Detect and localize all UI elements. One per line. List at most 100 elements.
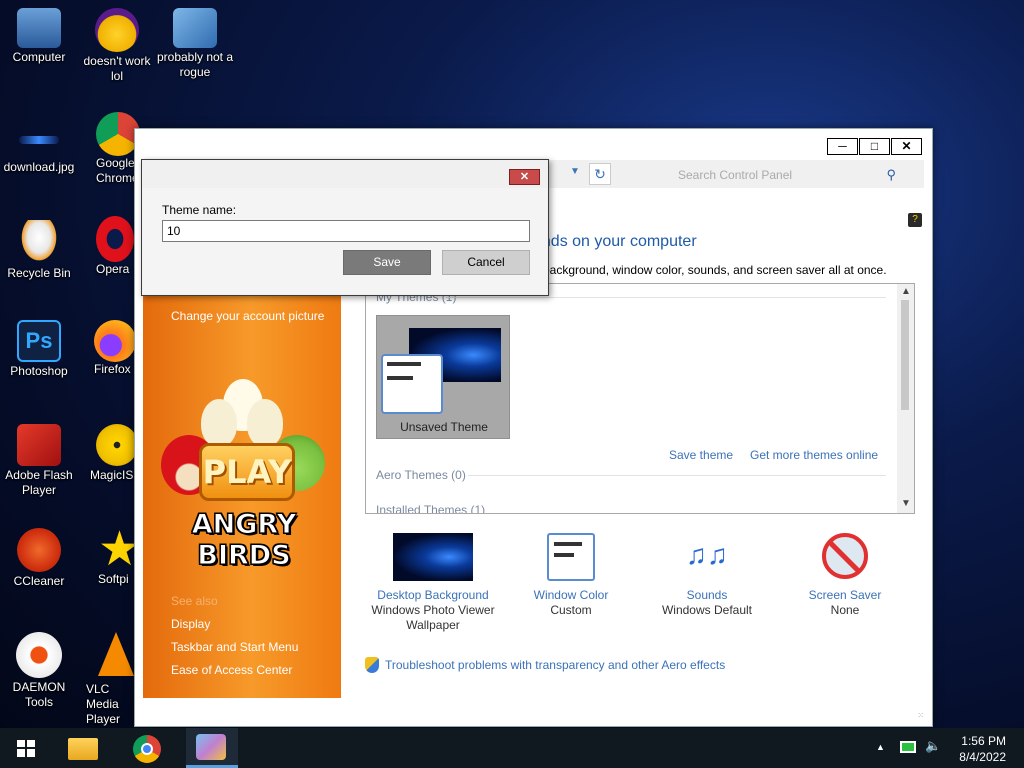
themes-list: My Themes (1) Unsaved Theme Save theme G… — [365, 283, 915, 514]
windows-logo-icon — [17, 740, 35, 757]
change-account-picture-link[interactable]: Change your account picture — [171, 309, 324, 323]
theme-tile-label: Unsaved Theme — [400, 420, 488, 434]
theme-preview-window — [381, 354, 443, 414]
save-button[interactable]: Save — [343, 250, 431, 275]
themes-scrollbar[interactable]: ▲ ▼ — [897, 284, 914, 513]
desktop-background-icon — [393, 533, 473, 581]
desktop-icon-vlc[interactable]: VLC Media Player — [78, 632, 134, 727]
see-also-heading: See also — [171, 594, 218, 608]
play-text: PLAY — [202, 453, 292, 491]
folder-icon — [68, 738, 98, 760]
sounds-icon: ♫♫ — [686, 539, 728, 570]
desktop-icon-computer[interactable]: Computer — [0, 8, 78, 65]
personalization-icon — [196, 734, 226, 760]
screen-saver-icon — [822, 533, 868, 579]
desktop-background-item[interactable]: Desktop Background Windows Photo Viewer … — [363, 533, 503, 633]
resize-grip-icon[interactable]: ⁙ — [917, 711, 924, 720]
disc-icon — [96, 424, 138, 466]
save-button-label: Save — [373, 255, 401, 269]
taskbar-control-panel[interactable] — [186, 728, 238, 768]
desktop-icon-ccleaner[interactable]: CCleaner — [0, 528, 78, 589]
desktop-icon-label: Computer — [12, 50, 66, 64]
ccleaner-icon — [17, 528, 61, 572]
divider — [468, 475, 886, 476]
shield-icon — [365, 657, 379, 673]
aero-themes-header: Aero Themes (0) — [376, 468, 466, 482]
desktop-icon-flash[interactable]: Adobe Flash Player — [0, 424, 78, 498]
search-input[interactable]: Search Control Panel ⚲ — [666, 164, 906, 186]
troubleshoot-link[interactable]: Troubleshoot problems with transparency … — [385, 658, 725, 672]
adobe-flash-icon — [17, 424, 61, 466]
taskbar-file-explorer[interactable] — [58, 728, 108, 768]
settings-gears-icon — [173, 8, 217, 48]
image-file-icon — [19, 136, 59, 144]
sidebar-link-ease-of-access[interactable]: Ease of Access Center — [171, 663, 292, 677]
minimize-button[interactable]: ─ — [827, 138, 858, 155]
help-icon[interactable]: ? — [908, 213, 922, 227]
desktop-background-value: Windows Photo Viewer Wallpaper — [371, 603, 495, 632]
installed-themes-header: Installed Themes (1) — [376, 503, 486, 514]
desktop-icon-label: CCleaner — [13, 574, 65, 588]
desktop-icon-softpi[interactable]: ★ Softpi — [78, 526, 141, 587]
angry-birds-title: ANGRY BIRDS — [191, 509, 297, 572]
desktop-icon-label: MagicIS — [90, 468, 134, 482]
scroll-up-icon[interactable]: ▲ — [901, 286, 911, 297]
desktop-icon-rogue[interactable]: probably not a rogue — [156, 8, 234, 80]
volume-icon[interactable]: 🔈 — [925, 738, 941, 754]
opera-icon — [96, 216, 134, 262]
play-badge[interactable]: PLAY — [199, 443, 295, 501]
sounds-title: Sounds — [686, 588, 728, 602]
desktop-icon-magiciso[interactable]: MagicIS — [78, 424, 138, 483]
cancel-button[interactable]: Cancel — [442, 250, 530, 275]
desktop-icon-label: Recycle Bin — [7, 266, 71, 280]
desktop-icon-download-jpg[interactable]: download.jpg — [0, 118, 78, 175]
desktop-icon-yahoo[interactable]: doesn't work lol — [78, 8, 156, 84]
desktop-icon-recycle-bin[interactable]: Recycle Bin — [0, 220, 78, 281]
search-icon[interactable]: ⚲ — [886, 164, 896, 186]
desktop-icon-label: VLC Media Player — [86, 682, 121, 726]
get-more-themes-link[interactable]: Get more themes online — [750, 448, 878, 462]
scroll-down-icon[interactable]: ▼ — [901, 498, 911, 509]
save-theme-link[interactable]: Save theme — [669, 448, 733, 462]
start-button[interactable] — [0, 728, 52, 768]
angry-birds-ad: PLAY ANGRY BIRDS — [151, 369, 337, 579]
sidebar-link-display[interactable]: Display — [171, 617, 210, 631]
yahoo-messenger-icon — [95, 8, 139, 52]
sounds-item[interactable]: ♫♫ Sounds Windows Default — [637, 533, 777, 618]
desktop-icon-label: probably not a rogue — [156, 50, 234, 79]
desktop-icon-firefox[interactable]: Firefox — [78, 320, 136, 377]
scrollbar-thumb[interactable] — [901, 300, 909, 410]
page-heading: unds on your computer — [533, 233, 697, 250]
screen-saver-item[interactable]: Screen Saver None — [775, 533, 915, 618]
desktop-icon-label: Photoshop — [10, 364, 68, 378]
screen-saver-title: Screen Saver — [808, 588, 882, 602]
desktop-icon-chrome[interactable]: Google Chrome — [78, 112, 140, 186]
computer-icon — [17, 8, 61, 48]
maximize-button[interactable]: □ — [859, 138, 890, 155]
chevron-down-icon[interactable]: ▼ — [570, 166, 580, 177]
angry-birds-logo: ANGRY BIRDS — [151, 509, 337, 572]
window-color-value: Custom — [550, 603, 592, 617]
taskbar-chrome[interactable] — [122, 728, 172, 768]
desktop-icon-label: Opera — [96, 262, 130, 276]
close-button[interactable]: ✕ — [891, 138, 922, 155]
sidebar-link-taskbar[interactable]: Taskbar and Start Menu — [171, 640, 298, 654]
show-hidden-icons-icon[interactable]: ▲ — [876, 742, 885, 752]
window-color-icon — [547, 533, 595, 581]
desktop-icon-photoshop[interactable]: Ps Photoshop — [0, 320, 78, 379]
network-icon[interactable] — [900, 741, 916, 753]
clock[interactable]: 1:56 PM 8/4/2022 — [946, 733, 1006, 765]
page-description: p background, window color, sounds, and … — [533, 263, 887, 277]
egg-icon — [201, 399, 237, 447]
desktop-icon-opera[interactable]: Opera — [78, 216, 134, 277]
window-color-item[interactable]: Window Color Custom — [501, 533, 641, 618]
refresh-icon[interactable]: ↻ — [589, 163, 611, 185]
desktop-icon-label: DAEMON Tools — [12, 680, 66, 709]
desktop-icon-daemon[interactable]: DAEMON Tools — [0, 632, 78, 710]
dialog-close-button[interactable]: ✕ — [509, 169, 540, 185]
save-theme-dialog: ✕ Theme name: Save Cancel — [141, 159, 549, 296]
theme-name-input[interactable] — [162, 220, 530, 242]
screen-saver-value: None — [830, 603, 860, 617]
divider — [446, 297, 886, 298]
theme-tile-unsaved[interactable]: Unsaved Theme — [376, 315, 510, 439]
